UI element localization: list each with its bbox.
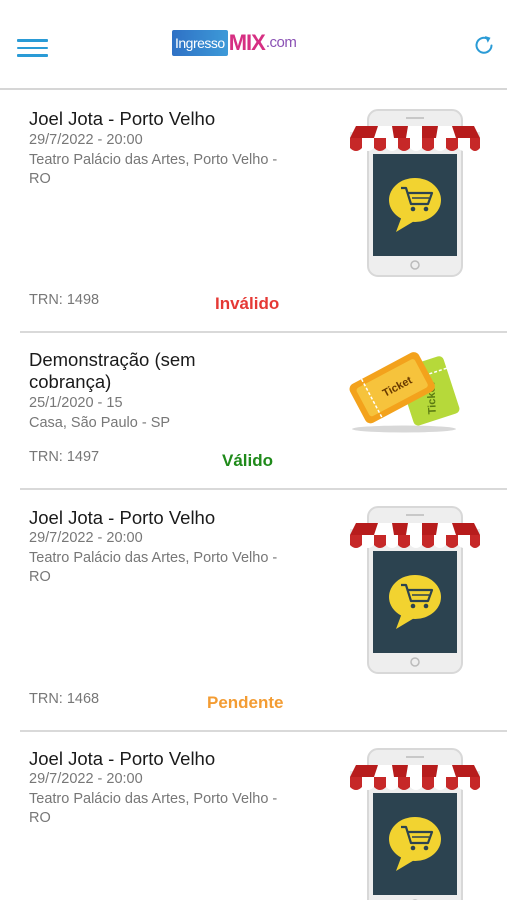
ingressomix-logo: Ingresso MIX .com xyxy=(172,30,297,56)
ticket-date: 29/7/2022 - 20:00 xyxy=(29,530,143,546)
ticket-date: 25/1/2020 - 15 xyxy=(29,395,123,411)
ticket-trn: TRN: 1468 xyxy=(29,691,100,707)
ticket-venue: Teatro Palácio das Artes, Porto Velho - … xyxy=(29,550,278,585)
ticket-venue: Casa, São Paulo - SP xyxy=(29,415,171,431)
ticket-date: 29/7/2022 - 20:00 xyxy=(29,132,143,148)
ticket-title: Joel Jota - Porto Velho xyxy=(29,748,216,769)
ticket-item[interactable]: Joel Jota - Porto Velho 29/7/2022 - 20:0… xyxy=(0,490,507,732)
logo-part-ingresso: Ingresso xyxy=(172,30,228,56)
shop-phone-icon xyxy=(348,108,482,278)
ticket-title: Joel Jota - Porto Velho xyxy=(29,507,216,528)
refresh-icon[interactable] xyxy=(472,33,496,57)
shop-phone-icon xyxy=(348,505,482,675)
ticket-trn: TRN: 1497 xyxy=(29,449,100,465)
ticket-item[interactable]: Demonstração (sem cobrança) 25/1/2020 - … xyxy=(0,333,507,490)
ticket-item[interactable]: Joel Jota - Porto Velho 29/7/2022 - 20:0… xyxy=(0,92,507,333)
ticket-venue: Teatro Palácio das Artes, Porto Velho - … xyxy=(29,152,278,187)
shop-phone-icon xyxy=(348,747,482,900)
hamburger-menu-icon[interactable] xyxy=(17,38,49,58)
ticket-title: Demonstração (sem cobrança) xyxy=(29,349,196,392)
app-header: Ingresso MIX .com xyxy=(0,0,507,90)
logo-part-com: .com xyxy=(265,34,297,51)
ticket-title: Joel Jota - Porto Velho xyxy=(29,108,216,129)
logo-part-mix: MIX xyxy=(228,30,266,55)
ticket-icon: Ticket Ticket xyxy=(349,352,460,433)
ticket-item[interactable]: Joel Jota - Porto Velho 29/7/2022 - 20:0… xyxy=(0,732,507,900)
ticket-status: Válido xyxy=(222,451,274,470)
ticket-venue: Teatro Palácio das Artes, Porto Velho - … xyxy=(29,791,278,826)
ticket-status: Pendente xyxy=(207,693,284,712)
ticket-trn: TRN: 1498 xyxy=(29,292,100,308)
ticket-date: 29/7/2022 - 20:00 xyxy=(29,771,143,787)
ticket-status: Inválido xyxy=(215,294,280,313)
